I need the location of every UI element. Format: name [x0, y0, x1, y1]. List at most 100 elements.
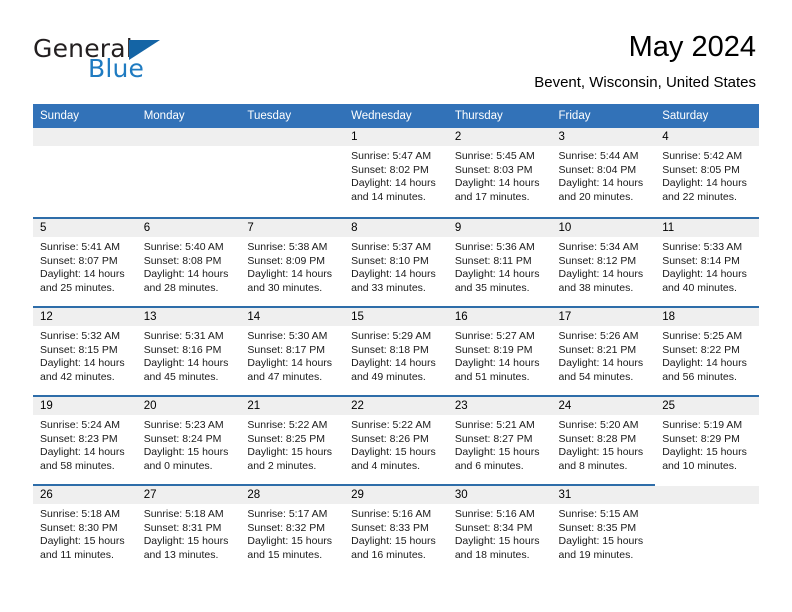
calendar-cell: 15 Sunrise: 5:29 AM Sunset: 8:18 PM Dayli… — [344, 306, 448, 395]
day-number — [240, 128, 345, 146]
day-number: 31 — [551, 486, 656, 504]
calendar-day[interactable]: 29 Sunrise: 5:16 AM Sunset: 8:33 PM Dayli… — [344, 484, 448, 573]
calendar-day[interactable]: 24 Sunrise: 5:20 AM Sunset: 8:28 PM Dayli… — [551, 395, 656, 484]
calendar-day[interactable]: 30 Sunrise: 5:16 AM Sunset: 8:34 PM Dayli… — [447, 484, 552, 573]
day-sun-details — [33, 146, 137, 150]
calendar-cell: 17 Sunrise: 5:26 AM Sunset: 8:21 PM Dayli… — [551, 306, 656, 395]
weekday-header-thursday: Thursday — [447, 104, 552, 128]
calendar-day[interactable]: 20 Sunrise: 5:23 AM Sunset: 8:24 PM Dayli… — [136, 395, 241, 484]
logo-text-blue: Blue — [88, 54, 145, 83]
calendar-day[interactable]: 12 Sunrise: 5:32 AM Sunset: 8:15 PM Dayli… — [33, 306, 137, 395]
day-sun-details: Sunrise: 5:17 AM Sunset: 8:32 PM Dayligh… — [247, 508, 333, 561]
calendar-day[interactable]: 15 Sunrise: 5:29 AM Sunset: 8:18 PM Dayli… — [344, 306, 448, 395]
weekday-header-tuesday: Tuesday — [240, 104, 345, 128]
day-number: 20 — [136, 397, 241, 415]
day-sun-details: Sunrise: 5:42 AM Sunset: 8:05 PM Dayligh… — [662, 150, 747, 203]
calendar-week-row: 1 Sunrise: 5:47 AM Sunset: 8:02 PM Daylig… — [33, 128, 759, 217]
calendar-cell: 7 Sunrise: 5:38 AM Sunset: 8:09 PM Daylig… — [240, 217, 345, 306]
day-number: 13 — [136, 308, 241, 326]
calendar-week-row: 19 Sunrise: 5:24 AM Sunset: 8:23 PM Dayli… — [33, 395, 759, 484]
day-sun-details: Sunrise: 5:19 AM Sunset: 8:29 PM Dayligh… — [662, 419, 747, 472]
day-number: 27 — [136, 486, 241, 504]
day-number: 11 — [655, 219, 759, 237]
calendar-cell: 25 Sunrise: 5:19 AM Sunset: 8:29 PM Dayli… — [655, 395, 759, 484]
sunrise-sunset-calendar: Sunday Monday Tuesday Wednesday Thursday… — [33, 104, 759, 573]
calendar-cell: 8 Sunrise: 5:37 AM Sunset: 8:10 PM Daylig… — [344, 217, 448, 306]
calendar-cell: 19 Sunrise: 5:24 AM Sunset: 8:23 PM Dayli… — [33, 395, 137, 484]
day-sun-details: Sunrise: 5:18 AM Sunset: 8:31 PM Dayligh… — [143, 508, 229, 561]
day-sun-details: Sunrise: 5:24 AM Sunset: 8:23 PM Dayligh… — [40, 419, 125, 472]
calendar-body: 1 Sunrise: 5:47 AM Sunset: 8:02 PM Daylig… — [33, 128, 759, 573]
day-sun-details: Sunrise: 5:22 AM Sunset: 8:26 PM Dayligh… — [351, 419, 436, 472]
calendar-day[interactable]: 14 Sunrise: 5:30 AM Sunset: 8:17 PM Dayli… — [240, 306, 345, 395]
weekday-header-wednesday: Wednesday — [344, 104, 448, 128]
calendar-day[interactable]: 7 Sunrise: 5:38 AM Sunset: 8:09 PM Daylig… — [240, 217, 345, 306]
calendar-day[interactable]: 28 Sunrise: 5:17 AM Sunset: 8:32 PM Dayli… — [240, 484, 345, 573]
title-block: May 2024 Bevent, Wisconsin, United State… — [534, 30, 756, 92]
calendar-day[interactable]: 22 Sunrise: 5:22 AM Sunset: 8:26 PM Dayli… — [344, 395, 448, 484]
day-number — [655, 486, 759, 504]
calendar-day[interactable]: 23 Sunrise: 5:21 AM Sunset: 8:27 PM Dayli… — [447, 395, 552, 484]
calendar-cell — [240, 128, 345, 217]
day-sun-details: Sunrise: 5:41 AM Sunset: 8:07 PM Dayligh… — [40, 241, 125, 294]
day-number: 6 — [136, 219, 241, 237]
calendar-cell: 18 Sunrise: 5:25 AM Sunset: 8:22 PM Dayli… — [655, 306, 759, 395]
day-number: 22 — [344, 397, 448, 415]
calendar-day[interactable]: 2 Sunrise: 5:45 AM Sunset: 8:03 PM Daylig… — [447, 128, 552, 217]
calendar-day[interactable]: 31 Sunrise: 5:15 AM Sunset: 8:35 PM Dayli… — [551, 484, 656, 573]
calendar-day[interactable]: 13 Sunrise: 5:31 AM Sunset: 8:16 PM Dayli… — [136, 306, 241, 395]
calendar-week-row: 26 Sunrise: 5:18 AM Sunset: 8:30 PM Dayli… — [33, 484, 759, 573]
calendar-cell: 23 Sunrise: 5:21 AM Sunset: 8:27 PM Dayli… — [447, 395, 552, 484]
day-number: 30 — [447, 486, 552, 504]
calendar-day[interactable]: 11 Sunrise: 5:33 AM Sunset: 8:14 PM Dayli… — [655, 217, 759, 306]
calendar-page: General Blue May 2024 Bevent, Wisconsin,… — [0, 0, 792, 612]
page-title: May 2024 — [628, 31, 756, 63]
day-sun-details: Sunrise: 5:31 AM Sunset: 8:16 PM Dayligh… — [143, 330, 229, 383]
calendar-cell: 12 Sunrise: 5:32 AM Sunset: 8:15 PM Dayli… — [33, 306, 137, 395]
day-number: 18 — [655, 308, 759, 326]
calendar-day[interactable]: 10 Sunrise: 5:34 AM Sunset: 8:12 PM Dayli… — [551, 217, 656, 306]
calendar-day[interactable]: 21 Sunrise: 5:22 AM Sunset: 8:25 PM Dayli… — [240, 395, 345, 484]
day-sun-details: Sunrise: 5:44 AM Sunset: 8:04 PM Dayligh… — [558, 150, 644, 203]
calendar-day[interactable]: 3 Sunrise: 5:44 AM Sunset: 8:04 PM Daylig… — [551, 128, 656, 217]
day-sun-details: Sunrise: 5:25 AM Sunset: 8:22 PM Dayligh… — [662, 330, 747, 383]
day-sun-details: Sunrise: 5:47 AM Sunset: 8:02 PM Dayligh… — [351, 150, 436, 203]
calendar-cell: 31 Sunrise: 5:15 AM Sunset: 8:35 PM Dayli… — [551, 484, 656, 573]
calendar-day[interactable]: 17 Sunrise: 5:26 AM Sunset: 8:21 PM Dayli… — [551, 306, 656, 395]
calendar-day[interactable]: 9 Sunrise: 5:36 AM Sunset: 8:11 PM Daylig… — [447, 217, 552, 306]
day-sun-details: Sunrise: 5:30 AM Sunset: 8:17 PM Dayligh… — [247, 330, 333, 383]
calendar-day[interactable]: 25 Sunrise: 5:19 AM Sunset: 8:29 PM Dayli… — [655, 395, 759, 484]
day-number: 5 — [33, 219, 137, 237]
calendar-cell: 2 Sunrise: 5:45 AM Sunset: 8:03 PM Daylig… — [447, 128, 552, 217]
calendar-day-empty — [33, 128, 137, 217]
calendar-day[interactable]: 8 Sunrise: 5:37 AM Sunset: 8:10 PM Daylig… — [344, 217, 448, 306]
calendar-day-empty — [655, 484, 759, 573]
calendar-week-row: 5 Sunrise: 5:41 AM Sunset: 8:07 PM Daylig… — [33, 217, 759, 306]
day-sun-details: Sunrise: 5:38 AM Sunset: 8:09 PM Dayligh… — [247, 241, 333, 294]
day-number: 3 — [551, 128, 656, 146]
calendar-day[interactable]: 26 Sunrise: 5:18 AM Sunset: 8:30 PM Dayli… — [33, 484, 137, 573]
calendar-day[interactable]: 16 Sunrise: 5:27 AM Sunset: 8:19 PM Dayli… — [447, 306, 552, 395]
calendar-day[interactable]: 27 Sunrise: 5:18 AM Sunset: 8:31 PM Dayli… — [136, 484, 241, 573]
day-sun-details — [137, 146, 241, 150]
calendar-week-row: 12 Sunrise: 5:32 AM Sunset: 8:15 PM Dayli… — [33, 306, 759, 395]
calendar-day[interactable]: 4 Sunrise: 5:42 AM Sunset: 8:05 PM Daylig… — [655, 128, 759, 217]
calendar-cell — [655, 484, 759, 573]
day-number: 9 — [447, 219, 552, 237]
calendar-day[interactable]: 5 Sunrise: 5:41 AM Sunset: 8:07 PM Daylig… — [33, 217, 137, 306]
day-sun-details: Sunrise: 5:16 AM Sunset: 8:34 PM Dayligh… — [454, 508, 540, 561]
day-number: 24 — [551, 397, 656, 415]
calendar-cell: 5 Sunrise: 5:41 AM Sunset: 8:07 PM Daylig… — [33, 217, 137, 306]
day-number — [136, 128, 241, 146]
day-number: 14 — [240, 308, 345, 326]
calendar-day[interactable]: 6 Sunrise: 5:40 AM Sunset: 8:08 PM Daylig… — [136, 217, 241, 306]
day-sun-details: Sunrise: 5:21 AM Sunset: 8:27 PM Dayligh… — [454, 419, 540, 472]
calendar-day[interactable]: 18 Sunrise: 5:25 AM Sunset: 8:22 PM Dayli… — [655, 306, 759, 395]
weekday-header-row: Sunday Monday Tuesday Wednesday Thursday… — [33, 104, 759, 128]
calendar-cell: 28 Sunrise: 5:17 AM Sunset: 8:32 PM Dayli… — [240, 484, 345, 573]
calendar-day[interactable]: 1 Sunrise: 5:47 AM Sunset: 8:02 PM Daylig… — [344, 128, 448, 217]
calendar-day[interactable]: 19 Sunrise: 5:24 AM Sunset: 8:23 PM Dayli… — [33, 395, 137, 484]
day-number: 1 — [344, 128, 448, 146]
calendar-cell: 9 Sunrise: 5:36 AM Sunset: 8:11 PM Daylig… — [447, 217, 552, 306]
day-number: 12 — [33, 308, 137, 326]
